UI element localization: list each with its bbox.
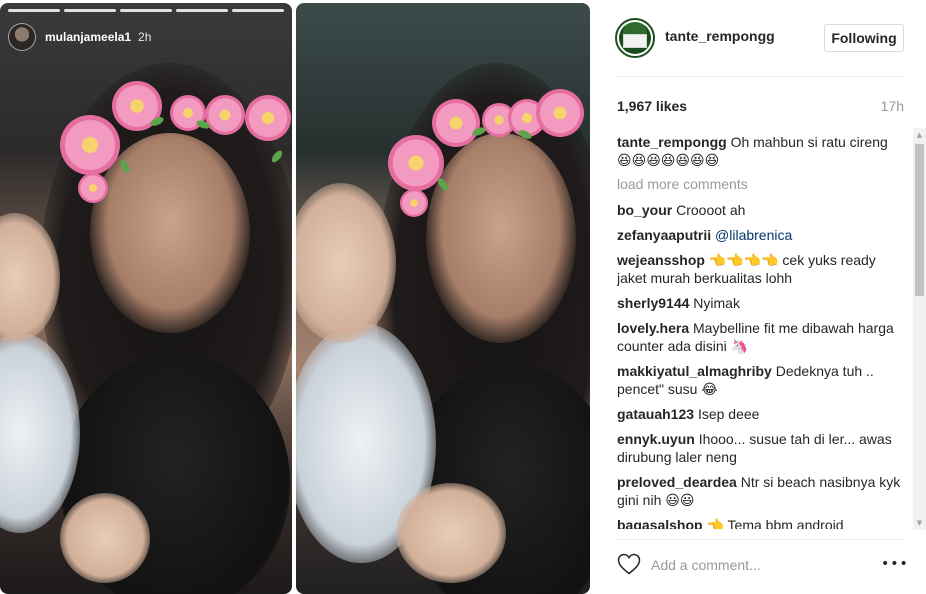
story-screenshot-left: mulanjameela1 2h	[0, 3, 292, 594]
comment-text[interactable]: @lilabrenica	[715, 227, 792, 243]
comment-text: 👈 Tema bbm android	[706, 517, 844, 529]
comment-username[interactable]: sherly9144	[617, 295, 689, 311]
comment-text: Isep deee	[697, 406, 760, 422]
heart-outline	[617, 553, 641, 575]
post-sidebar: tante_rempongg Following 1,967 likes 17h…	[593, 0, 926, 594]
comment-item: preloved_deardea Ntr si beach nasibnya k…	[617, 473, 904, 509]
footer-divider	[617, 539, 904, 540]
comment-item: gatauah123 Isep deee	[617, 405, 904, 423]
following-button[interactable]: Following	[824, 24, 904, 52]
more-options-icon[interactable]: •••	[881, 556, 908, 572]
author-avatar-card	[623, 34, 647, 48]
comment-item: makkiyatul_almaghriby Dedeknya tuh .. pe…	[617, 362, 904, 398]
story-progress-segment	[176, 9, 228, 12]
comment-item: bo_your Croooot ah	[617, 201, 904, 219]
story-time: 2h	[138, 30, 152, 44]
flower-crown-flower	[60, 115, 120, 175]
likes-count[interactable]: 1,967 likes	[617, 98, 687, 114]
comment-item: wejeansshop 👈👈👈👈 cek yuks ready jaket mu…	[617, 251, 904, 287]
story-progress-bar	[8, 9, 284, 12]
child-hand-shape	[396, 483, 506, 583]
caption: tante_rempongg Oh mahbun si ratu cireng …	[617, 133, 904, 169]
flower-crown-flower	[78, 173, 108, 203]
child-hand-shape	[60, 493, 150, 583]
comment-username[interactable]: ennyk.uyun	[617, 431, 695, 447]
flower-crown-flower	[245, 95, 291, 141]
scroll-up-arrow-icon[interactable]: ▲	[913, 128, 926, 142]
author-username[interactable]: tante_rempongg	[665, 28, 775, 44]
add-comment-input[interactable]	[651, 556, 881, 574]
heart-icon[interactable]	[617, 553, 641, 575]
scroll-down-arrow-icon[interactable]: ▼	[913, 516, 926, 530]
post-media[interactable]: mulanjameela1 2h	[0, 0, 593, 594]
story-progress-segment	[232, 9, 284, 12]
comment-item: sherly9144 Nyimak	[617, 294, 904, 312]
comment-item: lovely.hera Maybelline fit me dibawah ha…	[617, 319, 904, 355]
comment-username[interactable]: zefanyaaputrii	[617, 227, 711, 243]
comment-username[interactable]: bagasalshop	[617, 517, 703, 529]
story-screenshot-right	[296, 3, 590, 594]
comment-username[interactable]: makkiyatul_almaghriby	[617, 363, 772, 379]
comment-item: ennyk.uyun Ihooo... susue tah di ler... …	[617, 430, 904, 466]
comment-username[interactable]: preloved_deardea	[617, 474, 737, 490]
flower-crown-flower	[388, 135, 444, 191]
comment-text: Nyimak	[693, 295, 740, 311]
flower-crown-flower	[205, 95, 245, 135]
comments-scrollbar[interactable]: ▲ ▼	[913, 128, 926, 530]
flower-crown-flower	[432, 99, 480, 147]
load-more-comments-link[interactable]: load more comments	[617, 176, 904, 192]
face-shape	[426, 133, 576, 343]
flower-crown-flower	[536, 89, 584, 137]
comment-username[interactable]: gatauah123	[617, 406, 694, 422]
story-header: mulanjameela1 2h	[8, 23, 151, 51]
story-progress-segment	[120, 9, 172, 12]
post-header: tante_rempongg Following	[593, 0, 926, 76]
author-avatar[interactable]	[615, 18, 655, 58]
story-progress-segment	[64, 9, 116, 12]
comment-username[interactable]: bo_your	[617, 202, 672, 218]
header-divider	[617, 76, 904, 77]
comment-username[interactable]: lovely.hera	[617, 320, 689, 336]
flower-crown-flower	[400, 189, 428, 217]
story-progress-segment	[8, 9, 60, 12]
story-username: mulanjameela1	[45, 30, 132, 44]
post-age[interactable]: 17h	[881, 98, 904, 114]
comments-list: tante_rempongg Oh mahbun si ratu cireng …	[617, 133, 904, 529]
scrollbar-thumb[interactable]	[915, 144, 924, 296]
comment-item: zefanyaaputrii @lilabrenica	[617, 226, 904, 244]
comment-item: bagasalshop 👈 Tema bbm android	[617, 516, 904, 529]
caption-username[interactable]: tante_rempongg	[617, 134, 727, 150]
comment-username[interactable]: wejeansshop	[617, 252, 705, 268]
comment-text: Croooot ah	[676, 202, 746, 218]
story-avatar	[8, 23, 36, 51]
